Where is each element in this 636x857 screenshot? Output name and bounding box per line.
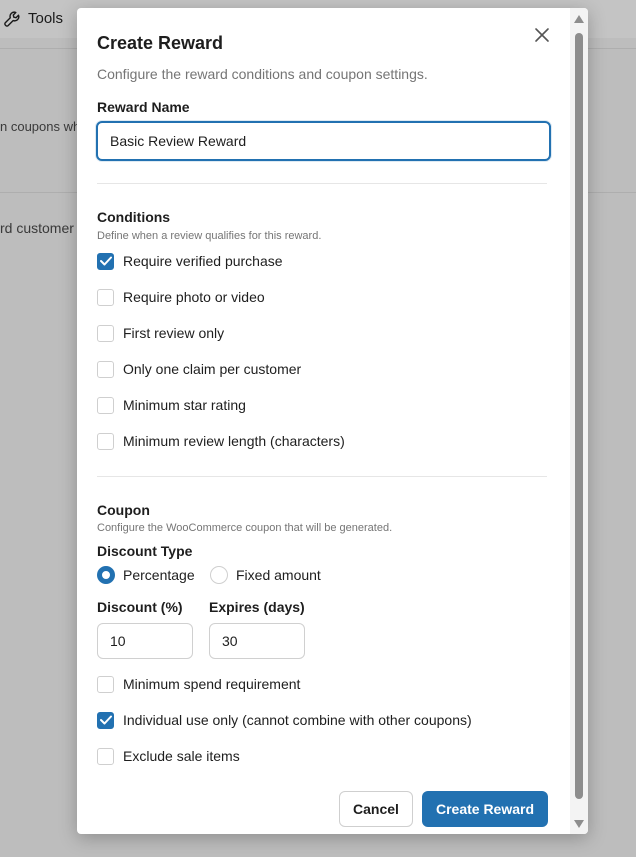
modal-subtitle: Configure the reward conditions and coup… xyxy=(97,66,428,82)
triangle-down-icon[interactable] xyxy=(573,818,585,830)
conditions-title: Conditions xyxy=(97,209,171,225)
cancel-button[interactable]: Cancel xyxy=(339,791,413,827)
checkbox[interactable] xyxy=(97,675,114,693)
checkbox-label: Require verified purchase xyxy=(123,253,283,269)
condition-min-star-rating[interactable]: Minimum star rating xyxy=(97,395,246,415)
background-text: rd customer xyxy=(0,220,74,236)
section-divider xyxy=(97,183,547,184)
checkmark-icon xyxy=(99,715,112,725)
option-individual-use[interactable]: Individual use only (cannot combine with… xyxy=(97,710,472,730)
condition-first-review[interactable]: First review only xyxy=(97,323,224,343)
expires-input[interactable] xyxy=(209,623,305,659)
checkmark-icon xyxy=(99,256,112,266)
checkbox-label: Only one claim per customer xyxy=(123,361,302,377)
discount-input[interactable] xyxy=(97,623,193,659)
modal-scrollbar[interactable] xyxy=(570,8,588,834)
triangle-up-icon[interactable] xyxy=(573,13,585,25)
close-button[interactable] xyxy=(533,26,551,44)
condition-verified-purchase[interactable]: Require verified purchase xyxy=(97,251,283,271)
checkbox-label: Exclude sale items xyxy=(123,748,240,764)
background-text: n coupons wh xyxy=(0,119,81,134)
checkbox[interactable] xyxy=(97,252,114,270)
checkbox-label: Minimum spend requirement xyxy=(123,676,301,692)
background-tools-label: Tools xyxy=(28,10,64,27)
checkbox[interactable] xyxy=(97,288,114,306)
discount-type-label: Discount Type xyxy=(97,543,193,559)
radio-button[interactable] xyxy=(97,566,115,584)
wrench-icon xyxy=(4,11,20,27)
background-tools-menu: Tools xyxy=(4,10,63,27)
modal-title: Create Reward xyxy=(97,33,224,53)
reward-name-label: Reward Name xyxy=(97,99,190,115)
checkbox[interactable] xyxy=(97,747,114,765)
scrollbar-thumb[interactable] xyxy=(575,33,583,799)
condition-min-review-length[interactable]: Minimum review length (characters) xyxy=(97,431,345,451)
radio-label: Percentage xyxy=(123,567,195,583)
radio-button[interactable] xyxy=(210,566,228,584)
coupon-title: Coupon xyxy=(97,502,150,518)
checkbox[interactable] xyxy=(97,711,114,729)
checkbox-label: First review only xyxy=(123,325,225,341)
section-divider xyxy=(97,476,547,477)
checkbox-label: Require photo or video xyxy=(123,289,265,305)
radio-label: Fixed amount xyxy=(236,567,321,583)
checkbox[interactable] xyxy=(97,396,114,414)
checkbox-label: Minimum review length (characters) xyxy=(123,433,345,449)
condition-photo-video[interactable]: Require photo or video xyxy=(97,287,265,307)
close-icon xyxy=(535,28,549,42)
discount-type-fixed[interactable]: Fixed amount xyxy=(210,565,321,585)
discount-type-percentage[interactable]: Percentage xyxy=(97,565,195,585)
conditions-description: Define when a review qualifies for this … xyxy=(97,230,322,242)
checkbox[interactable] xyxy=(97,432,114,450)
checkbox-label: Individual use only (cannot combine with… xyxy=(123,712,472,728)
reward-name-input[interactable] xyxy=(96,121,551,161)
checkbox[interactable] xyxy=(97,360,114,378)
create-reward-modal: Create Reward Configure the reward condi… xyxy=(77,8,588,834)
expires-label: Expires (days) xyxy=(209,599,305,615)
option-exclude-sale[interactable]: Exclude sale items xyxy=(97,746,240,766)
coupon-description: Configure the WooCommerce coupon that wi… xyxy=(97,522,393,534)
checkbox-label: Minimum star rating xyxy=(123,397,246,413)
discount-label: Discount (%) xyxy=(97,599,183,615)
condition-one-claim[interactable]: Only one claim per customer xyxy=(97,359,301,379)
option-min-spend[interactable]: Minimum spend requirement xyxy=(97,674,300,694)
checkbox[interactable] xyxy=(97,324,114,342)
create-reward-button[interactable]: Create Reward xyxy=(422,791,548,827)
